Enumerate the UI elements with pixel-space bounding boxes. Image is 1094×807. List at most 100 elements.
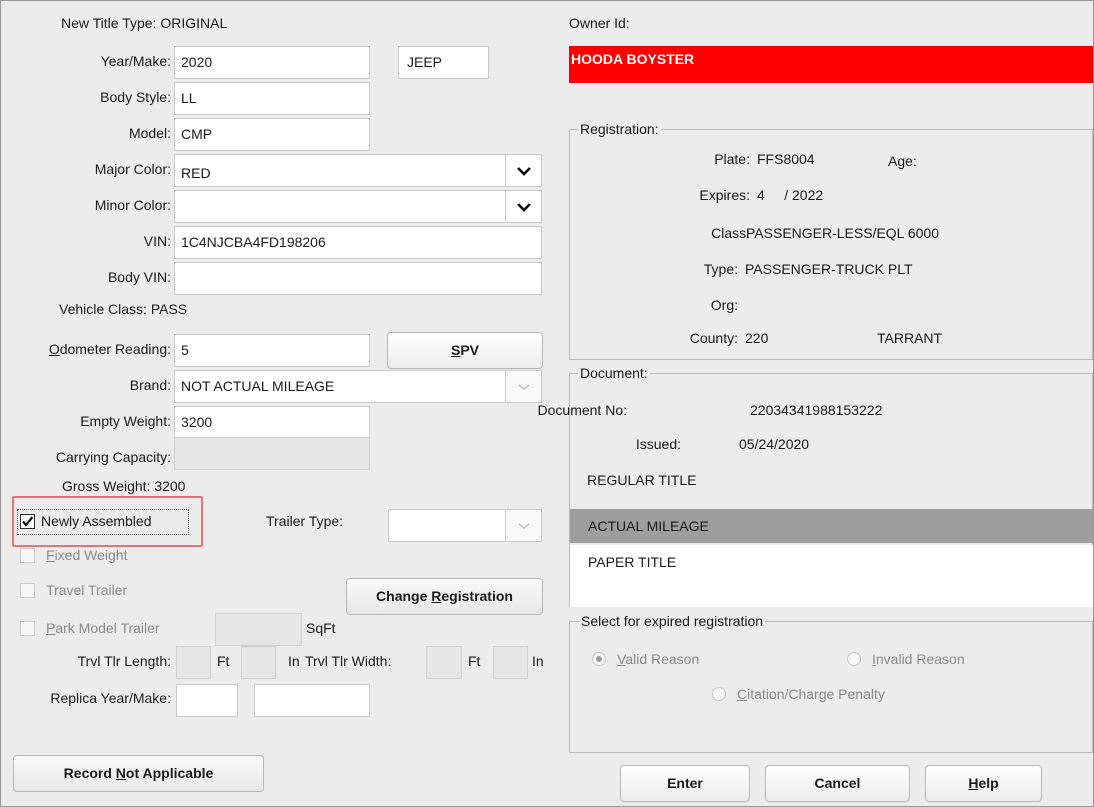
major-color-dropdown-button[interactable] bbox=[506, 154, 542, 187]
brand-dropdown-button[interactable] bbox=[506, 370, 542, 403]
chevron-down-icon bbox=[518, 522, 529, 529]
record-not-applicable-button[interactable]: Record Not Applicable bbox=[13, 755, 264, 792]
type-label: Type: bbox=[703, 261, 738, 277]
spv-button[interactable]: SPV bbox=[387, 332, 543, 369]
enter-button[interactable]: Enter bbox=[620, 765, 750, 802]
odometer-input[interactable]: 5 bbox=[174, 334, 370, 367]
county-name-value: TARRANT bbox=[877, 330, 943, 346]
body-vin-input[interactable] bbox=[174, 262, 542, 295]
chevron-down-icon bbox=[518, 383, 529, 390]
expired-registration-title: Select for expired registration bbox=[579, 612, 766, 630]
make-input[interactable]: JEEP bbox=[398, 46, 489, 79]
trvl-tlr-length-label: Trvl Tlr Length: bbox=[77, 653, 171, 669]
empty-weight-input[interactable]: 3200 bbox=[174, 406, 370, 439]
valid-reason-label: Valid Reason bbox=[617, 651, 700, 667]
registration-title: Registration: bbox=[578, 120, 661, 138]
park-model-sqft-input[interactable] bbox=[215, 613, 302, 646]
trvl-tlr-width-label: Trvl Tlr Width: bbox=[305, 653, 392, 669]
class-value: PASSENGER-LESS/EQL 6000 bbox=[746, 225, 939, 241]
year-make-label: Year/Make: bbox=[100, 53, 171, 69]
owner-name-bar: HOODA BOYSTER bbox=[569, 46, 1093, 83]
odometer-label: Odometer Reading: bbox=[48, 341, 171, 357]
body-style-input[interactable]: LL bbox=[174, 82, 370, 115]
trailer-type-dropdown-button[interactable] bbox=[506, 509, 542, 542]
replica-year-input[interactable] bbox=[176, 684, 238, 717]
trvl-tlr-length-in-unit: In bbox=[288, 653, 300, 669]
document-list-item-selected[interactable]: ACTUAL MILEAGE bbox=[570, 509, 1093, 543]
age-label: Age: bbox=[888, 153, 917, 169]
trailer-type-label: Trailer Type: bbox=[266, 513, 344, 529]
vin-input[interactable]: 1C4NJCBA4FD198206 bbox=[174, 226, 542, 259]
invalid-reason-radio[interactable] bbox=[847, 652, 861, 666]
registration-group bbox=[569, 129, 1093, 360]
class-label: Class: bbox=[711, 225, 750, 241]
minor-color-select[interactable] bbox=[174, 190, 506, 223]
trvl-tlr-width-ft-input[interactable] bbox=[426, 646, 462, 679]
park-model-trailer-checkbox[interactable] bbox=[20, 621, 35, 636]
expires-label: Expires: bbox=[699, 187, 750, 203]
owner-id-label: Owner Id: bbox=[569, 15, 630, 31]
fixed-weight-label: Fixed Weight bbox=[46, 547, 128, 563]
major-color-label: Major Color: bbox=[94, 161, 171, 177]
type-value: PASSENGER-TRUCK PLT bbox=[745, 261, 913, 277]
help-button[interactable]: Help bbox=[925, 765, 1042, 802]
replica-year-make-label: Replica Year/Make: bbox=[50, 690, 171, 706]
fixed-weight-checkbox[interactable] bbox=[20, 548, 35, 563]
travel-trailer-label: Travel Trailer bbox=[46, 582, 128, 598]
invalid-reason-label: Invalid Reason bbox=[872, 651, 965, 667]
valid-reason-radio[interactable] bbox=[592, 652, 606, 666]
gross-weight-label: Gross Weight: 3200 bbox=[62, 478, 186, 494]
change-registration-button[interactable]: Change Registration bbox=[346, 578, 543, 615]
citation-penalty-label: Citation/Charge Penalty bbox=[737, 686, 885, 702]
plate-label: Plate: bbox=[714, 151, 750, 167]
document-type-regular: REGULAR TITLE bbox=[587, 472, 697, 488]
org-label: Org: bbox=[710, 297, 738, 313]
gross-weight-value: 3200 bbox=[154, 478, 186, 494]
sqft-unit-label: SqFt bbox=[306, 620, 336, 636]
cancel-button[interactable]: Cancel bbox=[765, 765, 910, 802]
carrying-capacity-input[interactable] bbox=[174, 437, 370, 470]
expires-value: 4 / 2022 bbox=[757, 187, 824, 203]
title-type-label: New Title Type: ORIGINAL bbox=[61, 15, 228, 31]
travel-trailer-checkbox[interactable] bbox=[20, 583, 35, 598]
trailer-type-select[interactable] bbox=[388, 509, 506, 542]
major-color-select[interactable]: RED bbox=[174, 154, 506, 187]
trvl-tlr-length-ft-input[interactable] bbox=[176, 646, 211, 679]
trvl-tlr-width-in-unit: In bbox=[532, 653, 544, 669]
newly-assembled-label: Newly Assembled bbox=[41, 513, 152, 529]
minor-color-label: Minor Color: bbox=[94, 197, 171, 213]
brand-select[interactable]: NOT ACTUAL MILEAGE bbox=[174, 370, 506, 403]
brand-label: Brand: bbox=[129, 377, 171, 393]
citation-penalty-radio[interactable] bbox=[712, 687, 726, 701]
checkmark-icon bbox=[22, 516, 34, 527]
body-vin-label: Body VIN: bbox=[107, 269, 171, 285]
document-list-empty-row[interactable] bbox=[570, 579, 1093, 607]
document-no-value: 22034341988153222 bbox=[750, 402, 883, 418]
trvl-tlr-length-ft-unit: Ft bbox=[217, 653, 230, 669]
county-code-value: 220 bbox=[745, 330, 769, 346]
trvl-tlr-length-in-input[interactable] bbox=[241, 646, 276, 679]
replica-make-input[interactable] bbox=[254, 684, 370, 717]
vehicle-class-label: Vehicle Class: PASS bbox=[59, 301, 188, 317]
title-type-value: ORIGINAL bbox=[160, 15, 228, 31]
chevron-down-icon bbox=[516, 166, 531, 176]
document-list-item[interactable]: PAPER TITLE bbox=[570, 545, 1093, 579]
plate-value: FFS8004 bbox=[757, 151, 815, 167]
issued-value: 05/24/2020 bbox=[739, 436, 810, 452]
county-label: County: bbox=[689, 330, 738, 346]
newly-assembled-checkbox[interactable] bbox=[20, 514, 35, 529]
empty-weight-label: Empty Weight: bbox=[80, 413, 171, 429]
body-style-label: Body Style: bbox=[100, 89, 171, 105]
trvl-tlr-width-in-input[interactable] bbox=[493, 646, 528, 679]
park-model-trailer-label: Park Model Trailer bbox=[46, 620, 160, 636]
year-input[interactable]: 2020 bbox=[174, 46, 370, 79]
model-label: Model: bbox=[128, 125, 171, 141]
minor-color-dropdown-button[interactable] bbox=[506, 190, 542, 223]
trvl-tlr-width-ft-unit: Ft bbox=[468, 653, 481, 669]
document-title: Document: bbox=[578, 364, 650, 382]
issued-label: Issued: bbox=[635, 436, 681, 452]
vehicle-class-value: PASS bbox=[150, 301, 188, 317]
title-application-form: New Title Type: ORIGINAL Year/Make: 2020… bbox=[0, 0, 1094, 807]
document-no-label: Document No: bbox=[537, 402, 627, 418]
model-input[interactable]: CMP bbox=[174, 118, 370, 151]
